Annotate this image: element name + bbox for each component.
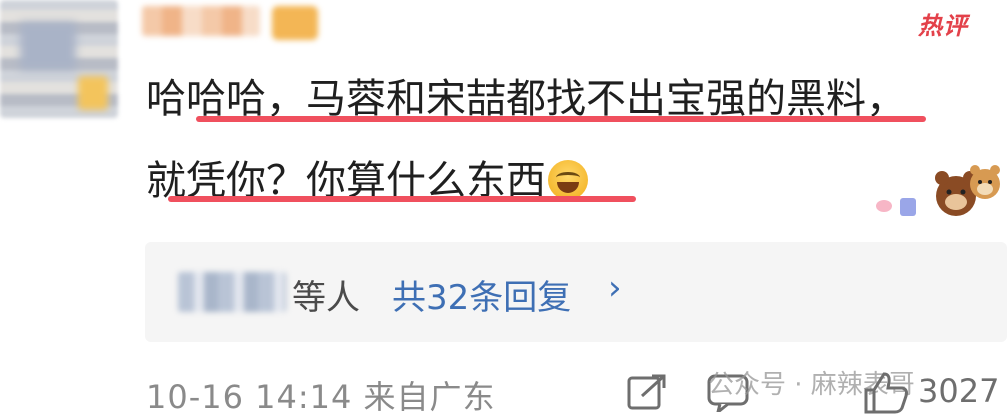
- avatar-badge: [78, 76, 108, 110]
- share-icon[interactable]: [626, 372, 670, 412]
- view-replies-link[interactable]: 共32条回复: [392, 270, 571, 319]
- comment-line-2: 就凭你？你算什么东西: [146, 140, 996, 222]
- comment-line-1: 哈哈哈，马蓉和宋喆都找不出宝强的黑料，: [146, 76, 906, 122]
- comment-timestamp: 10-16 14:14 来自广东: [146, 378, 496, 416]
- bear-decoration-icon: [935, 165, 1000, 216]
- tears-of-joy-emoji-icon: [548, 160, 588, 200]
- user-level-badge: [272, 6, 318, 40]
- highlight-underline-2: [168, 196, 636, 202]
- username[interactable]: [142, 6, 260, 36]
- chevron-right-icon[interactable]: ›: [608, 268, 622, 308]
- highlight-underline-1: [196, 116, 926, 122]
- reply-user-names: [178, 272, 286, 312]
- thumbs-up-icon[interactable]: [862, 370, 910, 416]
- avatar-blur: [20, 22, 76, 70]
- like-count: 3027: [918, 372, 1000, 410]
- gift-decoration-icon: [900, 198, 916, 216]
- reply-others-label: 等人: [292, 278, 360, 318]
- heart-decoration-icon: [876, 200, 892, 212]
- user-avatar[interactable]: [0, 0, 118, 118]
- hot-comment-badge: 热评: [918, 12, 968, 40]
